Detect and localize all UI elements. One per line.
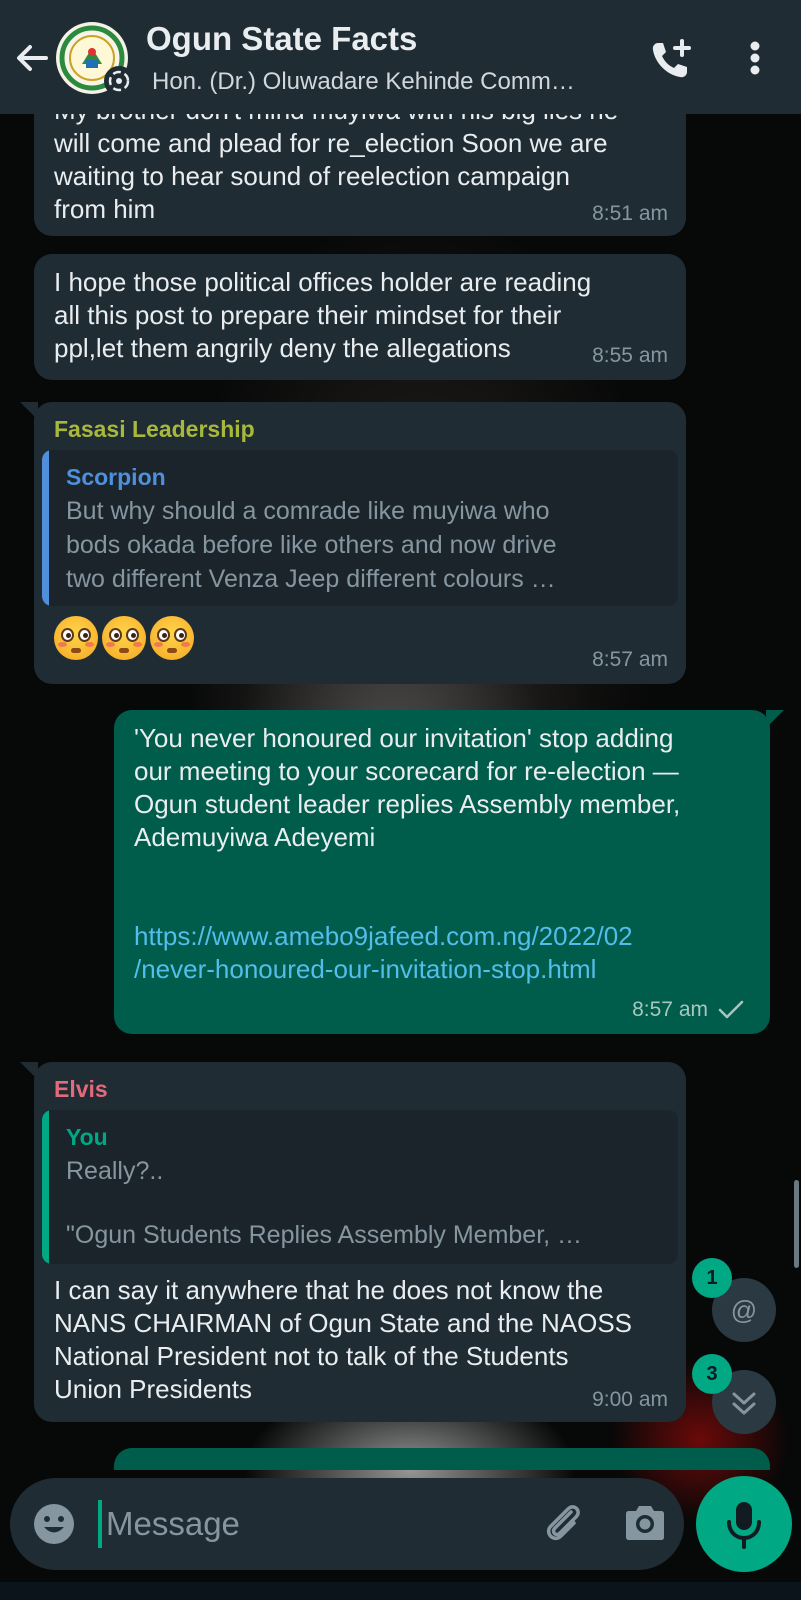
quote-bar — [42, 1110, 49, 1264]
add-call-button[interactable] — [646, 36, 694, 84]
quote-author: Scorpion — [66, 464, 166, 490]
message-time: 8:57 am — [592, 648, 668, 671]
quote-line: "Ogun Students Replies Assembly Member, … — [66, 1221, 583, 1249]
quoted-message[interactable]: You Really?.. "Ogun Students Replies Ass… — [42, 1110, 678, 1264]
phone-plus-icon — [652, 39, 691, 78]
unread-count-badge: 3 — [692, 1354, 732, 1394]
system-navigation-bar — [0, 1582, 801, 1600]
chat-title[interactable]: Ogun State Facts — [146, 20, 417, 58]
message-bubble-outgoing[interactable] — [114, 1448, 770, 1470]
flushed-face-emoji — [150, 616, 194, 660]
camera-icon — [626, 1506, 664, 1540]
message-bubble[interactable]: Fasasi Leadership Scorpion But why shoul… — [34, 402, 686, 684]
quote-line — [66, 1188, 666, 1218]
message-line: ppl,let them angrily deny the allegation… — [54, 333, 511, 363]
message-bubble-outgoing[interactable]: 'You never honoured our invitation' stop… — [114, 710, 770, 1034]
link-line[interactable]: /never-honoured-our-invitation-stop.html — [134, 953, 758, 986]
message-time: 8:51 am — [592, 202, 668, 225]
mention-count-badge: 1 — [692, 1258, 732, 1298]
message-composer — [10, 1478, 684, 1570]
message-bubble[interactable]: I hope those political offices holder ar… — [34, 254, 686, 380]
message-line: 'You never honoured our invitation' stop… — [134, 723, 674, 753]
quote-line: two different Venza Jeep different colou… — [66, 565, 556, 593]
message-line: My brother don't mind muyiwa with his bi… — [54, 114, 674, 127]
message-time: 8:57 am — [632, 998, 708, 1021]
community-icon — [104, 66, 134, 96]
message-line: Ademuyiwa Adeyemi — [134, 822, 376, 852]
emoji-row — [54, 616, 214, 664]
message-line: Union Presidents — [54, 1374, 252, 1404]
message-line: I hope those political offices holder ar… — [54, 267, 592, 297]
scrollbar-thumb[interactable] — [794, 1180, 799, 1268]
sent-check-icon — [718, 1000, 744, 1019]
microphone-icon — [727, 1502, 761, 1549]
flushed-face-emoji — [102, 616, 146, 660]
message-line: will come and plead for re_election Soon… — [54, 128, 608, 158]
message-line: our meeting to your scorecard for re-ele… — [134, 756, 679, 786]
message-time: 8:55 am — [592, 344, 668, 367]
message-link[interactable]: https://www.amebo9jafeed.com.ng/2022/02 … — [134, 920, 758, 986]
link-line[interactable]: https://www.amebo9jafeed.com.ng/2022/02 — [134, 920, 758, 953]
arrow-left-icon — [17, 45, 48, 71]
quote-author: You — [66, 1124, 108, 1150]
message-list[interactable]: My brother don't mind muyiwa with his bi… — [0, 114, 801, 1470]
chat-subtitle[interactable]: Hon. (Dr.) Oluwadare Kehinde Comm… — [152, 68, 622, 96]
message-time: 9:00 am — [592, 1388, 668, 1411]
quote-line: But why should a comrade like muyiwa who — [66, 497, 550, 525]
message-line: all this post to prepare their mindset f… — [54, 300, 562, 330]
sender-name: Fasasi Leadership — [54, 416, 255, 442]
back-button[interactable] — [12, 38, 52, 78]
flushed-face-emoji — [54, 616, 98, 660]
quote-line: Really?.. — [66, 1157, 164, 1185]
smiley-icon — [34, 1504, 74, 1544]
text-cursor — [98, 1500, 102, 1548]
quote-bar — [42, 450, 49, 606]
message-input[interactable] — [106, 1492, 506, 1556]
message-bubble[interactable]: Elvis You Really?.. "Ogun Students Repli… — [34, 1062, 686, 1422]
sender-name: Elvis — [54, 1076, 108, 1102]
message-line: Ogun student leader replies Assembly mem… — [134, 789, 681, 819]
camera-button[interactable] — [622, 1500, 668, 1546]
message-line: National President not to talk of the St… — [54, 1341, 569, 1371]
message-line: NANS CHAIRMAN of Ogun State and the NAOS… — [54, 1308, 633, 1338]
quote-line: bods okada before like others and now dr… — [66, 531, 557, 559]
message-line: waiting to hear sound of reelection camp… — [54, 161, 570, 191]
quoted-message[interactable]: Scorpion But why should a comrade like m… — [42, 450, 678, 606]
message-line: I can say it anywhere that he does not k… — [54, 1275, 604, 1305]
chat-header: Ogun State Facts Hon. (Dr.) Oluwadare Ke… — [0, 0, 801, 114]
message-line: from him — [54, 194, 156, 224]
emoji-button[interactable] — [32, 1502, 76, 1546]
more-options-button[interactable] — [740, 36, 770, 84]
more-vertical-icon — [750, 41, 760, 75]
message-bubble[interactable]: My brother don't mind muyiwa with his bi… — [34, 114, 686, 236]
voice-record-button[interactable] — [696, 1476, 792, 1572]
attach-button[interactable] — [538, 1498, 588, 1548]
paperclip-icon — [546, 1505, 580, 1541]
